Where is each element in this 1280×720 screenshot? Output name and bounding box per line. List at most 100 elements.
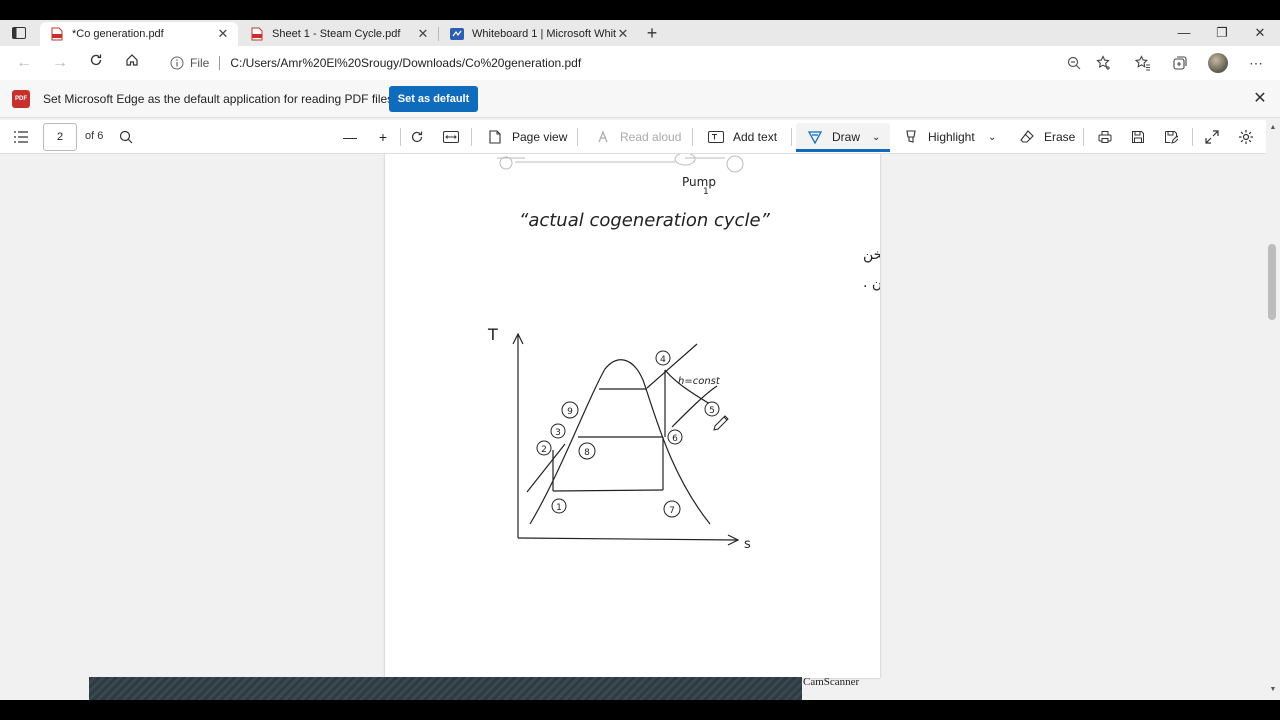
chevron-down-icon: ⌄ — [988, 131, 997, 143]
url-separator — [219, 56, 221, 70]
url-text[interactable]: C:/Users/Amr%20El%20Srougy/Downloads/Co%… — [230, 56, 581, 70]
arabic-note-line-2: بعكس الـ Ideal كان لازم إني أشغل الـ Tur… — [863, 273, 880, 291]
close-tab-icon[interactable]: ✕ — [616, 26, 630, 42]
save-as-icon — [1162, 128, 1180, 146]
state-4-label: 4 — [660, 355, 666, 365]
full-screen-button[interactable] — [1203, 120, 1221, 154]
state-3-label: 3 — [555, 428, 561, 438]
default-app-infobar: PDF Set Microsoft Edge as the default ap… — [0, 80, 1280, 118]
t-axis-label: T — [487, 325, 498, 344]
tab-steam-cycle[interactable]: Sheet 1 - Steam Cycle.pdf ✕ — [240, 22, 438, 46]
tab-actions-icon[interactable] — [8, 24, 30, 42]
toolbar-separator — [791, 128, 792, 146]
s-axis-line — [517, 537, 739, 541]
tab-whiteboard[interactable]: Whiteboard 1 | Microsoft Whiteb ✕ — [440, 22, 638, 46]
zoom-out-button[interactable]: — — [341, 120, 359, 154]
camscanner-watermark: CamScanner — [803, 676, 860, 688]
forward-button[interactable]: → — [48, 52, 72, 74]
save-as-button[interactable] — [1162, 120, 1180, 154]
rotate-icon — [408, 128, 426, 146]
camscanner-bar — [89, 677, 802, 700]
highlight-options-dropdown[interactable]: ⌄ — [988, 120, 996, 154]
minimize-button[interactable]: — — [1165, 22, 1203, 44]
tab-title: *Co generation.pdf — [72, 28, 164, 40]
restore-button[interactable]: ❐ — [1203, 22, 1241, 44]
new-tab-button[interactable]: + — [642, 23, 662, 43]
page-total: of 6 — [85, 130, 104, 142]
pdf-icon — [48, 25, 66, 43]
info-icon[interactable] — [168, 54, 186, 72]
highlight-button[interactable]: Highlight — [902, 120, 975, 154]
pdf-icon — [248, 25, 266, 43]
find-button[interactable] — [117, 120, 135, 154]
toolbar-separator — [1192, 128, 1193, 146]
profile-avatar[interactable] — [1208, 53, 1228, 73]
whiteboard-icon — [448, 25, 466, 43]
h-const-label: h=const — [678, 376, 721, 387]
tab-title: Whiteboard 1 | Microsoft Whiteb — [472, 28, 616, 40]
printer-icon — [1096, 128, 1114, 146]
add-text-button[interactable]: Add text — [707, 120, 777, 154]
more-menu-icon[interactable]: ⋯ — [1246, 53, 1266, 73]
tab-strip: *Co generation.pdf ✕ Sheet 1 - Steam Cyc… — [0, 20, 1280, 46]
url-scheme-label: File — [190, 56, 210, 70]
close-window-button[interactable]: ✕ — [1241, 22, 1279, 44]
url-box[interactable]: File C:/Users/Amr%20El%20Srougy/Download… — [158, 50, 1120, 76]
save-button[interactable] — [1129, 120, 1147, 154]
pdf-document-area[interactable]: Pump 1 “actual cogeneration cycle” * هنا… — [0, 154, 1266, 700]
pdf-page[interactable]: Pump 1 “actual cogeneration cycle” * هنا… — [385, 154, 1266, 678]
fit-to-width-button[interactable] — [442, 120, 460, 154]
close-tab-icon[interactable]: ✕ — [216, 26, 230, 42]
close-tab-icon[interactable]: ✕ — [416, 26, 430, 42]
zoom-in-button[interactable]: + — [374, 120, 392, 154]
table-of-contents-icon — [12, 128, 30, 146]
s-axis-label: s — [744, 537, 751, 552]
pen-cursor-icon — [713, 415, 729, 431]
toolbar-separator — [400, 128, 401, 146]
add-text-icon — [707, 128, 725, 146]
read-aloud-label: Read aloud — [620, 130, 682, 144]
erase-button[interactable]: Erase — [1018, 120, 1075, 154]
zoom-out-icon[interactable] — [1064, 53, 1084, 73]
tab-co-generation[interactable]: *Co generation.pdf ✕ — [40, 22, 238, 46]
scroll-down-icon[interactable]: ▼ — [1266, 686, 1280, 696]
faded-pump-sketch — [497, 154, 744, 173]
state-2-label: 2 — [541, 445, 547, 455]
save-icon — [1129, 128, 1147, 146]
read-aloud-icon — [594, 128, 612, 146]
favorites-icon[interactable] — [1133, 53, 1153, 73]
home-button[interactable] — [120, 52, 144, 74]
page-view-icon — [486, 128, 504, 146]
erase-label: Erase — [1044, 130, 1076, 144]
vertical-scrollbar[interactable]: ▲ ▼ — [1266, 120, 1280, 700]
page-number-input[interactable]: 2 — [43, 123, 77, 151]
rotate-button[interactable] — [408, 120, 426, 154]
infobar-close-icon[interactable]: ✕ — [1250, 89, 1270, 109]
highlighter-icon — [902, 128, 920, 146]
read-aloud-button[interactable]: Read aloud — [594, 120, 681, 154]
collections-icon[interactable] — [1170, 53, 1190, 73]
cycle-title: “actual cogeneration cycle” — [519, 210, 771, 231]
scroll-up-icon[interactable]: ▲ — [1266, 124, 1280, 134]
draw-pen-icon — [806, 128, 824, 146]
toolbar-separator — [692, 128, 693, 146]
minus-icon: — — [343, 129, 357, 145]
state-5-label: 5 — [709, 406, 715, 416]
refresh-button[interactable] — [84, 52, 108, 74]
contents-button[interactable] — [12, 120, 30, 154]
chevron-down-icon: ⌄ — [872, 131, 881, 143]
ts-diagram — [512, 332, 740, 546]
settings-button[interactable] — [1237, 120, 1255, 154]
add-favorite-icon[interactable] — [1094, 53, 1114, 73]
print-button[interactable] — [1096, 120, 1114, 154]
back-button[interactable]: ← — [12, 52, 36, 74]
set-as-default-button[interactable]: Set as default — [389, 86, 478, 112]
draw-active-indicator — [796, 149, 890, 152]
state-9-label: 9 — [567, 407, 573, 417]
scroll-thumb[interactable] — [1268, 244, 1276, 320]
plus-icon: + — [378, 129, 388, 145]
state-7-label: 7 — [669, 506, 675, 516]
state-1-label: 1 — [556, 503, 562, 513]
tab-title: Sheet 1 - Steam Cycle.pdf — [272, 28, 401, 40]
page-view-button[interactable]: Page view — [486, 120, 567, 154]
